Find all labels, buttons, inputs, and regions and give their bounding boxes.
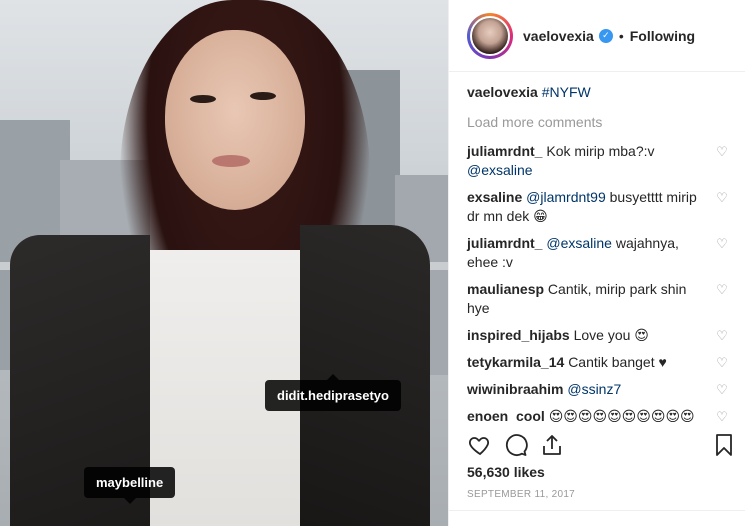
comment-row: tetykarmila_14 Cantik banget ♥ ♡: [467, 353, 729, 372]
verified-icon: ✓: [598, 28, 613, 43]
comment-text: wiwinibraahim @ssinz7: [467, 380, 699, 399]
post-date: SEPTEMBER 11, 2017: [467, 489, 576, 500]
comment-body: Kok mirip mba?:v: [546, 143, 655, 159]
caption-hashtag[interactable]: #NYFW: [542, 84, 591, 100]
comment-mention[interactable]: @ssinz7: [567, 381, 621, 397]
separator-dot: •: [618, 27, 624, 44]
lips: [212, 155, 250, 167]
following-button[interactable]: Following: [630, 28, 695, 44]
comment-like-heart-icon[interactable]: ♡: [715, 191, 729, 205]
comment-row: inspired_hijabs Love you 😍 ♡: [467, 326, 729, 345]
comment-like-heart-icon[interactable]: ♡: [715, 237, 729, 251]
comment-text: exsaline @jlamrdnt99 busyetttt mirip dr …: [467, 188, 699, 226]
comments-list[interactable]: vaelovexia #NYFW Load more comments juli…: [449, 72, 745, 422]
share-icon[interactable]: [539, 432, 565, 458]
comment-mention[interactable]: @jlamrdnt99: [526, 189, 606, 205]
comment-text: juliamrdnt_ Kok mirip mba?:v @exsaline: [467, 142, 699, 180]
photo-tag-maybelline[interactable]: maybelline: [84, 467, 176, 504]
post-header: vaelovexia ✓ • Following: [449, 0, 745, 72]
post-photo[interactable]: didit.hediprasetyo maybelline: [0, 0, 448, 526]
comment-like-heart-icon[interactable]: ♡: [715, 283, 729, 297]
load-more-comments-button[interactable]: Load more comments: [467, 114, 729, 130]
header-username[interactable]: vaelovexia: [523, 28, 594, 44]
comment-like-heart-icon[interactable]: ♡: [715, 383, 729, 397]
caption-username[interactable]: vaelovexia: [467, 84, 538, 100]
comment-username[interactable]: inspired_hijabs: [467, 327, 570, 343]
comment-text: enoen_cool 😍😍😍😍😍😍😍😍😍😍😍: [467, 407, 699, 422]
eye: [190, 95, 216, 103]
comment-like-heart-icon[interactable]: ♡: [715, 145, 729, 159]
jacket-right: [300, 225, 430, 526]
divider: [449, 510, 745, 511]
bookmark-icon[interactable]: [711, 432, 737, 458]
comment-text: maulianesp Cantik, mirip park shin hye: [467, 280, 699, 318]
comment-text: inspired_hijabs Love you 😍: [467, 326, 699, 345]
comment-username[interactable]: tetykarmila_14: [467, 354, 564, 370]
eye: [250, 92, 276, 100]
comment-username[interactable]: maulianesp: [467, 281, 544, 297]
comment-row: juliamrdnt_ @exsaline wajahnya, ehee :v ♡: [467, 234, 729, 272]
comment-row: exsaline @jlamrdnt99 busyetttt mirip dr …: [467, 188, 729, 226]
comment-body: Love you 😍: [573, 327, 649, 343]
comment-row: wiwinibraahim @ssinz7 ♡: [467, 380, 729, 399]
comment-username[interactable]: enoen_cool: [467, 408, 545, 422]
comment-mention[interactable]: @exsaline: [546, 235, 612, 251]
comment-row: enoen_cool 😍😍😍😍😍😍😍😍😍😍😍 ♡: [467, 407, 729, 422]
photo-tag-didit[interactable]: didit.hediprasetyo: [265, 374, 401, 411]
post-actions: [467, 432, 737, 458]
likes-count[interactable]: 56,630 likes: [467, 464, 545, 480]
comment-like-heart-icon[interactable]: ♡: [715, 356, 729, 370]
comment-text: juliamrdnt_ @exsaline wajahnya, ehee :v: [467, 234, 699, 272]
avatar-image: [470, 15, 510, 56]
comment-row: juliamrdnt_ Kok mirip mba?:v @exsaline ♡: [467, 142, 729, 180]
comment-username[interactable]: wiwinibraahim: [467, 381, 563, 397]
comment-username[interactable]: juliamrdnt_: [467, 235, 542, 251]
comment-row: maulianesp Cantik, mirip park shin hye ♡: [467, 280, 729, 318]
comment-mention[interactable]: @exsaline: [467, 162, 533, 178]
comment-username[interactable]: exsaline: [467, 189, 522, 205]
avatar[interactable]: [467, 12, 513, 59]
comment-bubble-icon[interactable]: [503, 432, 529, 458]
post-side-panel: vaelovexia ✓ • Following vaelovexia #NYF…: [448, 0, 745, 526]
comment-username[interactable]: juliamrdnt_: [467, 143, 542, 159]
post-caption: vaelovexia #NYFW: [467, 84, 729, 100]
face: [165, 30, 305, 210]
comment-text: tetykarmila_14 Cantik banget ♥: [467, 353, 699, 372]
comment-like-heart-icon[interactable]: ♡: [715, 410, 729, 423]
like-heart-icon[interactable]: [467, 432, 493, 458]
comment-body: Cantik banget ♥: [568, 354, 667, 370]
comment-like-heart-icon[interactable]: ♡: [715, 329, 729, 343]
